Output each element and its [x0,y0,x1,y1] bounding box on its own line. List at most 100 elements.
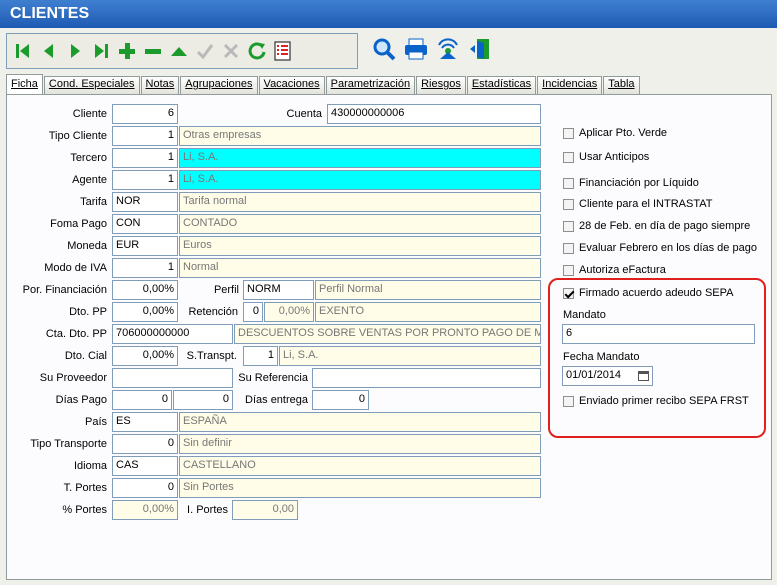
pct-portes-field: 0,00% [112,500,178,520]
aplicar-pto-verde-box[interactable] [563,127,574,139]
remove-icon[interactable] [140,37,166,65]
tools-toolbar [368,35,496,63]
cancel-icon[interactable] [218,37,244,65]
tarifa-code[interactable]: NOR [112,192,178,212]
dto-pp-label: Dto. PP [69,306,107,318]
enviado-frst-checkbox[interactable]: Enviado primer recibo SEPA FRST [563,395,749,407]
perfil-code[interactable]: NORM [243,280,314,300]
su-proveedor-label: Su Proveedor [39,372,107,384]
tipo-cliente-code[interactable]: 1 [112,126,178,146]
intrastat-box[interactable] [563,198,574,210]
evaluar-febrero-checkbox[interactable]: Evaluar Febrero en los días de pago [563,242,757,254]
usar-anticipos-checkbox[interactable]: Usar Anticipos [563,151,649,163]
dias-pago-field-1[interactable]: 0 [112,390,172,410]
dias-pago-field-2[interactable]: 0 [173,390,233,410]
autoriza-efactura-checkbox[interactable]: Autoriza eFactura [563,264,666,276]
mandato-label: Mandato [563,309,606,321]
tab-ficha[interactable]: Ficha [6,74,43,94]
tab-bar: Ficha Cond. Especiales Notas Agrupacione… [6,74,641,94]
up-icon[interactable] [166,37,192,65]
firmado-sepa-label: Firmado acuerdo adeudo SEPA [579,287,734,299]
modo-iva-code[interactable]: 1 [112,258,178,278]
agente-code[interactable]: 1 [112,170,178,190]
dto-pp-field[interactable]: 0,00% [112,302,178,322]
tab-notas[interactable]: Notas [140,76,180,94]
tipo-cliente-label: Tipo Cliente [48,130,107,142]
tab-agrupaciones[interactable]: Agrupaciones [180,76,258,94]
enviado-frst-box[interactable] [563,395,574,407]
signal-icon[interactable] [432,35,464,63]
cta-dto-pp-code[interactable]: 706000000000 [112,324,233,344]
tipo-transporte-code[interactable]: 0 [112,434,178,454]
tercero-label: Tercero [70,152,107,164]
fecha-mandato-field[interactable]: 01/01/2014 [562,366,653,386]
idioma-desc: CASTELLANO [179,456,541,476]
perfil-label: Perfil [213,284,239,296]
pct-portes-label: % Portes [62,504,107,516]
pais-desc: ESPAÑA [179,412,541,432]
cuenta-field[interactable]: 430000000006 [327,104,541,124]
retencion-code[interactable]: 0 [243,302,263,322]
moneda-desc: Euros [179,236,541,256]
cta-dto-pp-desc: DESCUENTOS SOBRE VENTAS POR PRONTO PAGO … [234,324,541,344]
dto-cial-label: Dto. Cial [64,350,107,362]
su-referencia-field[interactable] [312,368,541,388]
idioma-code[interactable]: CAS [112,456,178,476]
idioma-label: Idioma [73,460,107,472]
print-icon[interactable] [400,35,432,63]
foma-pago-code[interactable]: CON [112,214,178,234]
dto-cial-field[interactable]: 0,00% [112,346,178,366]
tab-riesgos[interactable]: Riesgos [416,76,466,94]
exit-door-icon[interactable] [464,35,496,63]
tipo-cliente-desc: Otras empresas [179,126,541,146]
s-transpt-code[interactable]: 1 [243,346,278,366]
por-financiacion-label: Por. Financiación [22,284,107,296]
tab-vacaciones[interactable]: Vacaciones [258,76,325,94]
tercero-code[interactable]: 1 [112,148,178,168]
next-record-icon[interactable] [62,37,88,65]
s-transpt-desc: Li, S.A. [279,346,541,366]
pais-code[interactable]: ES [112,412,178,432]
usar-anticipos-label: Usar Anticipos [579,151,650,163]
evaluar-febrero-label: Evaluar Febrero en los días de pago [579,242,757,254]
feb28-box[interactable] [563,220,574,232]
confirm-icon[interactable] [192,37,218,65]
dias-pago-label: Días Pago [55,394,107,406]
cliente-field[interactable]: 6 [112,104,178,124]
tab-estadisticas[interactable]: Estadísticas [466,76,537,94]
calendar-icon[interactable] [638,371,649,381]
last-record-icon[interactable] [88,37,114,65]
mandato-field[interactable]: 6 [562,324,755,344]
first-record-icon[interactable] [10,37,36,65]
usar-anticipos-box[interactable] [563,151,574,163]
tipo-transporte-desc: Sin definir [179,434,541,454]
moneda-code[interactable]: EUR [112,236,178,256]
perfil-desc: Perfil Normal [315,280,541,300]
search-icon[interactable] [368,35,400,63]
evaluar-febrero-box[interactable] [563,242,574,254]
add-icon[interactable] [114,37,140,65]
intrastat-checkbox[interactable]: Cliente para el INTRASTAT [563,198,712,210]
feb28-checkbox[interactable]: 28 de Feb. en día de pago siempre [563,220,750,232]
t-portes-code[interactable]: 0 [112,478,178,498]
financiacion-liquido-box[interactable] [563,177,574,189]
previous-record-icon[interactable] [36,37,62,65]
tab-incidencias[interactable]: Incidencias [537,76,603,94]
por-financiacion-field[interactable]: 0,00% [112,280,178,300]
list-icon[interactable] [270,37,296,65]
dias-entrega-field[interactable]: 0 [312,390,369,410]
autoriza-efactura-box[interactable] [563,264,574,276]
modo-iva-desc: Normal [179,258,541,278]
autoriza-efactura-label: Autoriza eFactura [579,264,666,276]
refresh-icon[interactable] [244,37,270,65]
tab-parametrizacion[interactable]: Parametrización [325,76,416,94]
financiacion-liquido-checkbox[interactable]: Financiación por Líquido [563,177,699,189]
moneda-label: Moneda [67,240,107,252]
firmado-sepa-box[interactable] [563,287,574,299]
tab-tabla[interactable]: Tabla [603,76,640,94]
firmado-sepa-checkbox[interactable]: Firmado acuerdo adeudo SEPA [563,287,734,299]
tab-cond-especiales[interactable]: Cond. Especiales [43,76,140,94]
aplicar-pto-verde-checkbox[interactable]: Aplicar Pto. Verde [563,127,667,139]
s-transpt-label: S.Transpt. [186,350,237,362]
su-proveedor-field[interactable] [112,368,233,388]
